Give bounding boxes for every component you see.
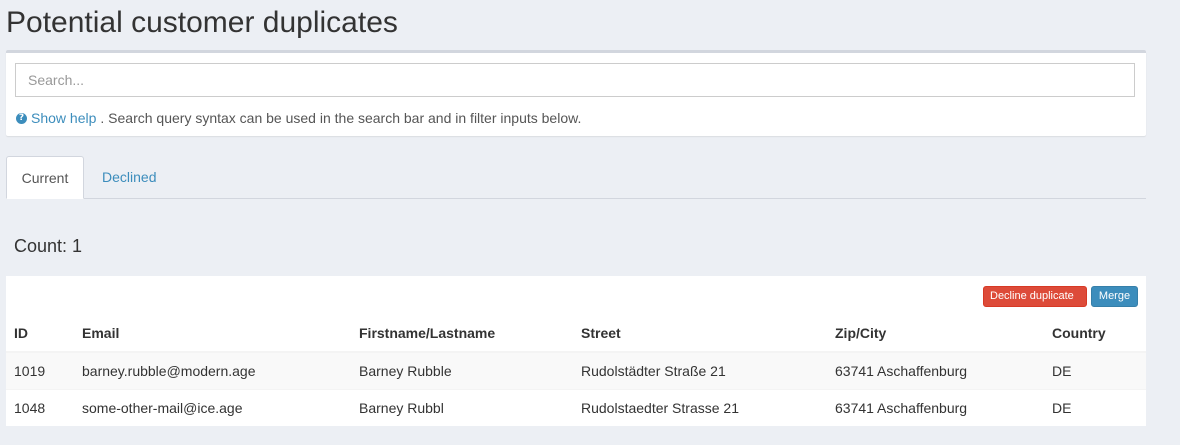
tab-current[interactable]: Current (6, 156, 84, 199)
cell-country: DE (1044, 388, 1146, 426)
cell-id: 1019 (6, 351, 74, 389)
duplicates-table-panel: Decline duplicate Merge ID Email Firstna… (6, 276, 1146, 426)
cell-name: Barney Rubbl (351, 388, 573, 426)
cell-email: some-other-mail@ice.age (74, 388, 351, 426)
column-header-country[interactable]: Country (1044, 315, 1146, 353)
column-header-email[interactable]: Email (74, 315, 351, 353)
column-header-name[interactable]: Firstname/Lastname (351, 315, 573, 353)
tab-declined[interactable]: Declined (87, 156, 171, 199)
duplicates-table: ID Email Firstname/Lastname Street Zip/C… (6, 315, 1146, 426)
cell-name: Barney Rubble (351, 351, 573, 389)
column-header-street[interactable]: Street (573, 315, 827, 353)
cell-street: Rudolstädter Straße 21 (573, 351, 827, 389)
tab-bar: Current Declined (6, 156, 1146, 199)
cell-email: barney.rubble@modern.age (74, 351, 351, 389)
cell-id: 1048 (6, 388, 74, 426)
cell-zip-city: 63741 Aschaffenburg (827, 351, 1044, 389)
search-input[interactable] (15, 63, 1135, 97)
table-row[interactable]: 1048 some-other-mail@ice.age Barney Rubb… (6, 388, 1146, 426)
cell-street: Rudolstaedter Strasse 21 (573, 388, 827, 426)
help-text: . Search query syntax can be used in the… (100, 110, 582, 126)
cell-country: DE (1044, 351, 1146, 389)
table-header-row: ID Email Firstname/Lastname Street Zip/C… (6, 315, 1146, 353)
search-panel: ? Show help . Search query syntax can be… (6, 50, 1146, 136)
show-help-link[interactable]: Show help (31, 110, 96, 126)
column-header-zip-city[interactable]: Zip/City (827, 315, 1044, 353)
table-row[interactable]: 1019 barney.rubble@modern.age Barney Rub… (6, 351, 1146, 389)
help-line: ? Show help . Search query syntax can be… (16, 110, 581, 126)
merge-button[interactable]: Merge (1091, 286, 1138, 307)
question-circle-icon[interactable]: ? (16, 112, 27, 124)
cell-zip-city: 63741 Aschaffenburg (827, 388, 1044, 426)
page-title: Potential customer duplicates (6, 6, 398, 39)
decline-duplicate-button[interactable]: Decline duplicate (983, 286, 1087, 307)
count-label: Count: 1 (14, 236, 83, 256)
column-header-id[interactable]: ID (6, 315, 74, 353)
